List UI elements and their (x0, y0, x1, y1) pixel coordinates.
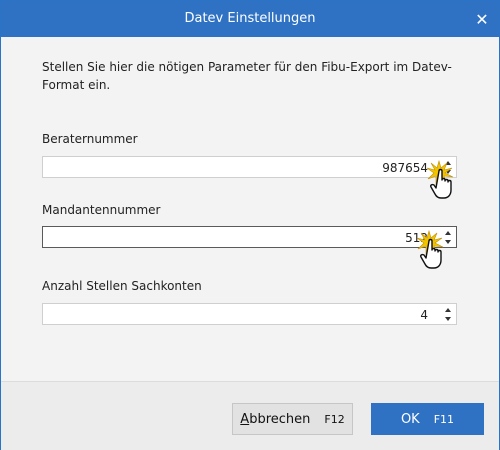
dialog-content: Stellen Sie hier die nötigen Parameter f… (1, 37, 499, 381)
spinner-down-icon[interactable] (445, 317, 451, 321)
dialog-footer: Abbrechen F12 OK F11 (1, 381, 499, 450)
hand-pointer-click-icon (426, 159, 454, 199)
cancel-button-label: Abbrechen (240, 411, 311, 427)
hand-pointer-click-icon (416, 229, 444, 269)
window-title: Datev Einstellungen (184, 11, 316, 26)
beraternummer-value: 987654 (382, 161, 428, 175)
spinner-up-icon[interactable] (445, 308, 451, 312)
mandantennummer-input[interactable]: 512 (42, 226, 457, 248)
cancel-shortcut: F12 (324, 412, 345, 426)
sachkonten-label: Anzahl Stellen Sachkonten (42, 279, 202, 293)
ok-shortcut: F11 (433, 412, 455, 426)
beraternummer-label: Beraternummer (42, 132, 138, 146)
close-icon: ✕ (475, 9, 489, 29)
mandantennummer-label: Mandantennummer (42, 203, 161, 217)
close-button[interactable]: ✕ (465, 1, 499, 37)
sachkonten-value: 4 (420, 308, 428, 322)
dialog-window: Datev Einstellungen ✕ Stellen Sie hier d… (0, 0, 500, 450)
description-text: Stellen Sie hier die nötigen Parameter f… (42, 60, 452, 92)
ok-button-label: OK (400, 411, 420, 427)
sachkonten-input[interactable]: 4 (42, 303, 457, 325)
ok-button[interactable]: OK F11 (371, 403, 484, 435)
title-bar: Datev Einstellungen ✕ (1, 1, 499, 37)
cancel-button[interactable]: Abbrechen F12 (232, 403, 353, 435)
sachkonten-spinner[interactable] (443, 305, 453, 323)
beraternummer-input[interactable]: 987654 (42, 156, 457, 178)
